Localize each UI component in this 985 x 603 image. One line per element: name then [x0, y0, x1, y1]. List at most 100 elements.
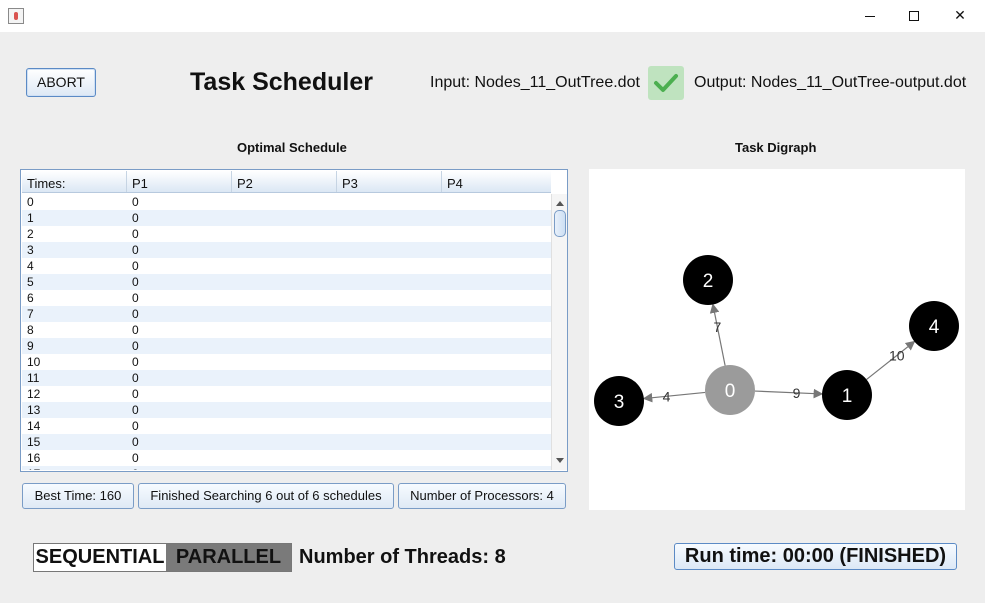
task-digraph: 7 4 9 10 0 1 2 3 4	[594, 255, 959, 426]
output-file-label: Output: Nodes_11_OutTree-output.dot	[694, 74, 967, 91]
close-icon[interactable]: ✕	[937, 0, 983, 32]
table-row[interactable]: 60	[22, 290, 551, 306]
schedule-title: Optimal Schedule	[237, 140, 347, 155]
table-cell	[442, 338, 547, 354]
table-row[interactable]: 40	[22, 258, 551, 274]
table-row[interactable]: 15 0	[22, 434, 551, 450]
table-cell	[337, 290, 442, 306]
table-cell: 0	[27, 195, 34, 209]
table-cell: 0	[132, 195, 139, 209]
schedule-scrollbar[interactable]	[551, 194, 567, 470]
table-cell: 0	[132, 339, 139, 353]
table-row[interactable]: 70	[22, 306, 551, 322]
digraph-edge-weight: 7	[714, 319, 722, 335]
column-header-p3[interactable]: P3	[337, 171, 442, 192]
table-cell: 8	[27, 323, 34, 337]
table-cell: 6	[27, 291, 34, 305]
table-cell	[337, 418, 442, 434]
digraph-node-label: 0	[725, 381, 736, 402]
table-cell	[442, 466, 547, 470]
table-cell	[337, 338, 442, 354]
column-header-times[interactable]: Times:	[22, 171, 127, 192]
table-cell: 0	[132, 403, 139, 417]
table-row[interactable]: 50	[22, 274, 551, 290]
page-title: Task Scheduler	[190, 68, 373, 96]
table-cell	[232, 418, 337, 434]
abort-button[interactable]: ABORT	[26, 68, 96, 97]
table-cell	[337, 210, 442, 226]
table-row[interactable]: 20	[22, 226, 551, 242]
parallel-mode-button[interactable]: PARALLEL	[166, 544, 291, 571]
table-cell	[232, 466, 337, 470]
table-cell	[232, 322, 337, 338]
processors-button[interactable]: Number of Processors: 4	[398, 483, 566, 509]
table-cell	[232, 242, 337, 258]
table-cell: 0	[132, 419, 139, 433]
column-header-p2[interactable]: P2	[232, 171, 337, 192]
column-header-p1[interactable]: P1	[127, 171, 232, 192]
digraph-node-label: 1	[842, 386, 853, 407]
table-row[interactable]: 12 0	[22, 386, 551, 402]
table-cell	[442, 450, 547, 466]
column-header-p4[interactable]: P4	[442, 171, 551, 192]
table-cell: 0	[132, 355, 139, 369]
digraph-node-label: 2	[703, 271, 714, 292]
scroll-thumb[interactable]	[554, 210, 566, 237]
table-row[interactable]: 90	[22, 338, 551, 354]
table-row[interactable]: 10	[22, 210, 551, 226]
table-cell	[232, 354, 337, 370]
table-row[interactable]: 80	[22, 322, 551, 338]
table-row[interactable]: 170	[22, 466, 551, 470]
table-cell	[442, 402, 547, 418]
table-cell	[442, 386, 547, 402]
table-cell: 0	[132, 211, 139, 225]
runtime-button[interactable]: Run time: 00:00 (FINISHED)	[674, 543, 957, 570]
table-cell	[442, 418, 547, 434]
digraph-edge-weight: 10	[889, 348, 905, 364]
input-file-label: Input: Nodes_11_OutTree.dot	[430, 74, 640, 91]
task-digraph-panel: 7 4 9 10 0 1 2 3 4	[589, 169, 965, 510]
table-row[interactable]: 00	[22, 194, 551, 210]
thread-count-label: Number of Threads: 8	[299, 546, 506, 568]
scroll-down-icon[interactable]	[556, 458, 564, 463]
schedule-table-header: Times: P1 P2 P3 P4	[22, 171, 551, 193]
table-cell	[337, 194, 442, 210]
table-cell: 14	[27, 419, 41, 433]
table-cell: 0	[132, 451, 139, 465]
table-cell	[442, 322, 547, 338]
window-titlebar: ✕	[0, 0, 985, 32]
table-cell	[232, 274, 337, 290]
table-row[interactable]: 30	[22, 242, 551, 258]
schedule-table[interactable]: Times: P1 P2 P3 P4 001020304050607080901…	[20, 169, 568, 472]
table-row[interactable]: 14 0	[22, 418, 551, 434]
scroll-up-icon[interactable]	[556, 201, 564, 206]
sequential-mode-button[interactable]: SEQUENTIAL	[34, 544, 166, 571]
table-cell	[232, 434, 337, 450]
output-status-badge	[648, 66, 684, 100]
checkmark-icon	[654, 74, 678, 92]
table-cell: 0	[132, 227, 139, 241]
digraph-edge-0-1	[754, 388, 824, 399]
maximize-icon[interactable]	[891, 0, 937, 32]
finished-searching-button[interactable]: Finished Searching 6 out of 6 schedules	[138, 483, 394, 509]
table-cell: 9	[27, 339, 34, 353]
best-time-button[interactable]: Best Time: 160	[22, 483, 134, 509]
java-cup-icon	[8, 8, 24, 24]
execution-mode-toggle[interactable]: SEQUENTIAL PARALLEL	[33, 543, 292, 572]
table-row[interactable]: 16 0	[22, 450, 551, 466]
minimize-icon[interactable]	[847, 0, 893, 32]
table-cell: 12	[27, 387, 41, 401]
table-cell	[232, 386, 337, 402]
table-row[interactable]: 10 0	[22, 354, 551, 370]
table-cell: 3	[27, 243, 34, 257]
table-cell	[232, 194, 337, 210]
table-cell	[232, 450, 337, 466]
table-cell	[442, 258, 547, 274]
table-cell: 0	[132, 259, 139, 273]
table-row[interactable]: 11 0	[22, 370, 551, 386]
table-cell	[442, 354, 547, 370]
table-cell: 0	[132, 371, 139, 385]
table-cell	[442, 290, 547, 306]
table-row[interactable]: 13 0	[22, 402, 551, 418]
table-cell	[337, 258, 442, 274]
